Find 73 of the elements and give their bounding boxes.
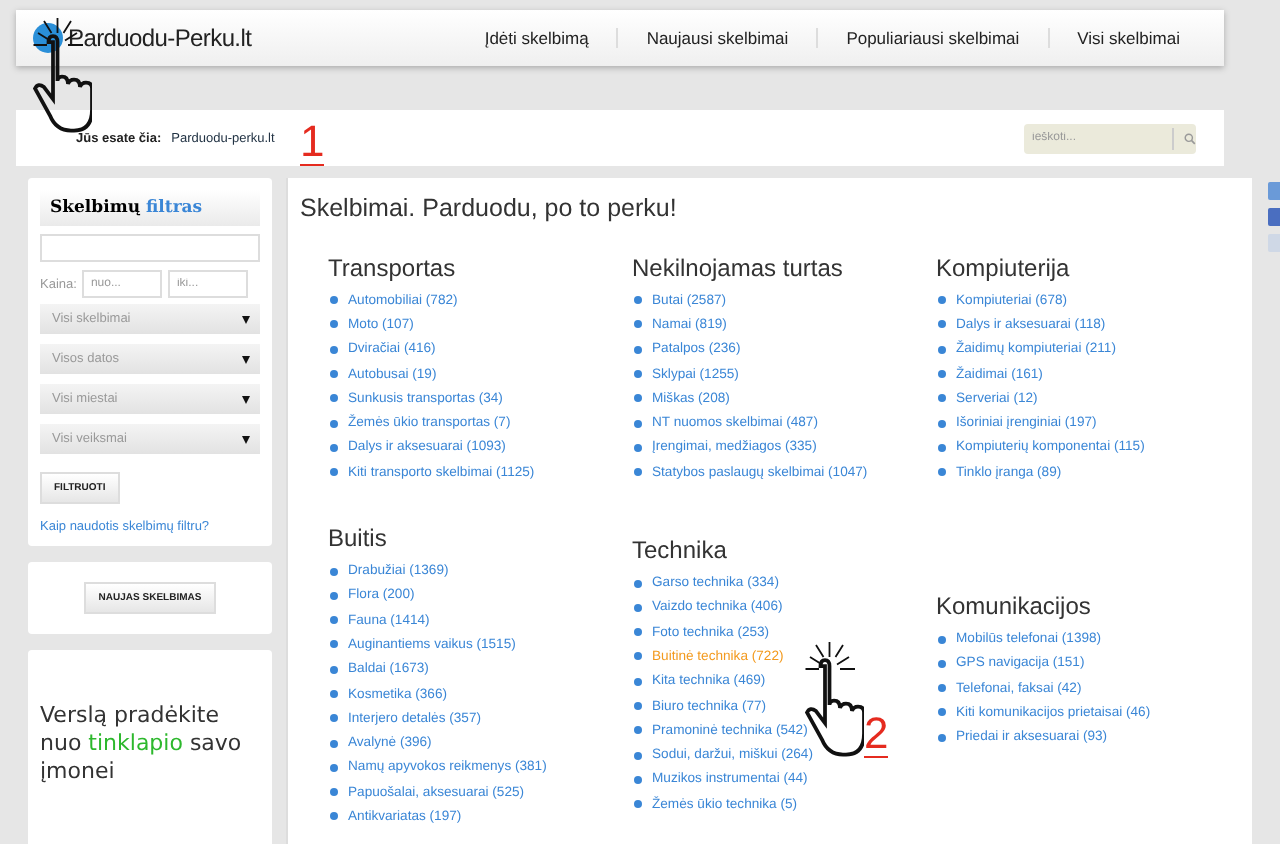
- bullet-icon: [330, 690, 338, 698]
- bullet-icon: [938, 345, 946, 354]
- caret-icon: [242, 395, 250, 403]
- step-number: 1: [300, 120, 325, 166]
- bullet-icon: [634, 320, 642, 329]
- bullet-icon: [330, 616, 338, 625]
- bullet-icon: [938, 394, 946, 403]
- bullet-icon: [634, 296, 642, 305]
- bullet-icon: [938, 320, 946, 329]
- bullet-icon: [634, 370, 642, 379]
- nav-link[interactable]: Populiariausi skelbimai: [816, 28, 1048, 48]
- bullet-icon: [634, 419, 642, 428]
- bullet-icon: [330, 345, 338, 354]
- page-title: Skelbimai. Parduodu, po to perku!: [300, 194, 679, 222]
- bullet-icon: [634, 702, 642, 710]
- bullet-icon: [330, 812, 338, 821]
- bullet-icon: [330, 640, 338, 649]
- bullet-icon: [634, 345, 642, 354]
- category-heading: Nekilnojamas turtas: [632, 254, 845, 282]
- bullet-icon: [634, 443, 642, 452]
- bullet-icon: [330, 788, 338, 797]
- bullet-icon: [330, 320, 338, 329]
- bullet-icon: [634, 394, 642, 403]
- bullet-icon: [330, 763, 338, 772]
- bullet-icon: [330, 739, 338, 748]
- bullet-icon: [938, 296, 946, 305]
- bullet-icon: [634, 800, 642, 809]
- nav-link[interactable]: Naujausi skelbimai: [616, 28, 817, 48]
- category-heading: Transportas: [328, 254, 458, 282]
- bullet-icon: [330, 443, 338, 452]
- bullet-icon: [634, 603, 642, 612]
- category-heading: Kompiuterija: [936, 254, 1072, 282]
- category-heading: Komunikacijos: [936, 592, 1093, 621]
- bullet-icon: [938, 708, 946, 717]
- bullet-icon: [330, 419, 338, 428]
- bullet-icon: [330, 468, 338, 477]
- bullet-icon: [634, 652, 642, 661]
- bullet-icon: [938, 419, 946, 428]
- bullet-icon: [330, 665, 338, 674]
- keyword-field[interactable]: [40, 234, 260, 262]
- search-icon[interactable]: [1184, 129, 1196, 147]
- bullet-icon: [634, 579, 642, 588]
- ad-text: Verslą pradėkite nuo tinklapio savo įmonei: [40, 702, 244, 785]
- bullet-icon: [330, 714, 338, 723]
- bullet-icon: [938, 684, 946, 693]
- logo-text[interactable]: Parduodu-Perku.lt: [68, 24, 252, 52]
- bullet-icon: [938, 370, 946, 379]
- logo-icon[interactable]: [32, 22, 64, 54]
- caret-icon: [242, 355, 250, 363]
- nav-link[interactable]: Įdėti skelbimą: [456, 28, 617, 48]
- category-heading: Buitis: [328, 524, 389, 553]
- bullet-icon: [634, 677, 642, 686]
- bullet-icon: [634, 628, 642, 637]
- bullet-icon: [938, 443, 946, 452]
- bullet-icon: [330, 370, 338, 379]
- bullet-icon: [330, 567, 338, 576]
- bullet-icon: [634, 775, 642, 784]
- caret-icon: [242, 435, 250, 443]
- bullet-icon: [634, 468, 642, 477]
- bullet-icon: [938, 468, 946, 477]
- category-heading: Technika: [632, 536, 729, 565]
- bullet-icon: [330, 296, 338, 305]
- bullet-icon: [330, 591, 338, 600]
- bullet-icon: [634, 726, 642, 735]
- bullet-icon: [330, 394, 338, 403]
- filter-title: Skelbimų filtras: [40, 190, 260, 226]
- nav-link[interactable]: Visi skelbimai: [1047, 28, 1208, 48]
- caret-icon: [242, 315, 250, 323]
- step-number: 2: [864, 712, 889, 758]
- bullet-icon: [938, 659, 946, 668]
- bullet-icon: [938, 733, 946, 742]
- bullet-icon: [634, 751, 642, 760]
- bullet-icon: [938, 635, 946, 644]
